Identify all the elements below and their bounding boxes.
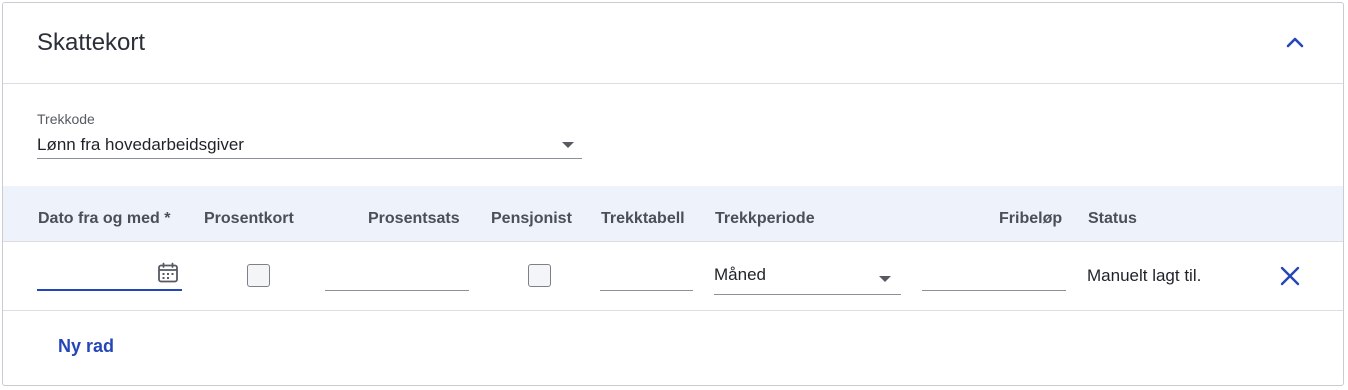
header-trekkperiode: Trekkperiode — [715, 210, 815, 227]
delete-row-button[interactable] — [1279, 265, 1301, 287]
header-dato: Dato fra og med * — [38, 210, 171, 227]
card-title: Skattekort — [37, 29, 146, 56]
header-prosentsats: Prosentsats — [368, 210, 460, 227]
trekkperiode-select[interactable]: Måned — [714, 262, 901, 295]
header-status: Status — [1088, 210, 1137, 227]
table-row: Måned Manuelt lagt til. — [3, 243, 1343, 311]
chevron-up-icon — [1286, 37, 1304, 48]
fribelop-input[interactable] — [922, 259, 1066, 291]
status-text: Manuelt lagt til. — [1087, 266, 1202, 285]
pensjonist-checkbox[interactable] — [528, 264, 551, 287]
close-icon — [1280, 266, 1300, 286]
skattekort-card: Skattekort Trekkode Lønn fra hovedarbeid… — [2, 2, 1344, 386]
header-prosentkort: Prosentkort — [204, 210, 294, 227]
add-row-button[interactable]: Ny rad — [58, 336, 114, 357]
header-fribelop: Fribeløp — [999, 210, 1063, 227]
collapse-button[interactable] — [1283, 31, 1307, 55]
header-trekktabell: Trekktabell — [601, 210, 685, 227]
trekkode-select[interactable]: Lønn fra hovedarbeidsgiver — [37, 129, 582, 159]
table-header: Dato fra og med * Prosentkort Prosentsat… — [3, 186, 1343, 242]
calendar-icon[interactable] — [156, 261, 180, 285]
trekktabell-input[interactable] — [600, 259, 693, 291]
header-pensjonist: Pensjonist — [491, 210, 572, 227]
trekkperiode-value: Måned — [714, 265, 766, 284]
trekkode-label: Trekkode — [37, 111, 95, 127]
prosentkort-checkbox[interactable] — [247, 264, 270, 287]
caret-down-icon — [879, 276, 891, 282]
prosentsats-input[interactable] — [325, 259, 469, 291]
card-header[interactable]: Skattekort — [3, 3, 1343, 84]
trekkode-value: Lønn fra hovedarbeidsgiver — [37, 135, 244, 154]
caret-down-icon — [562, 142, 574, 148]
